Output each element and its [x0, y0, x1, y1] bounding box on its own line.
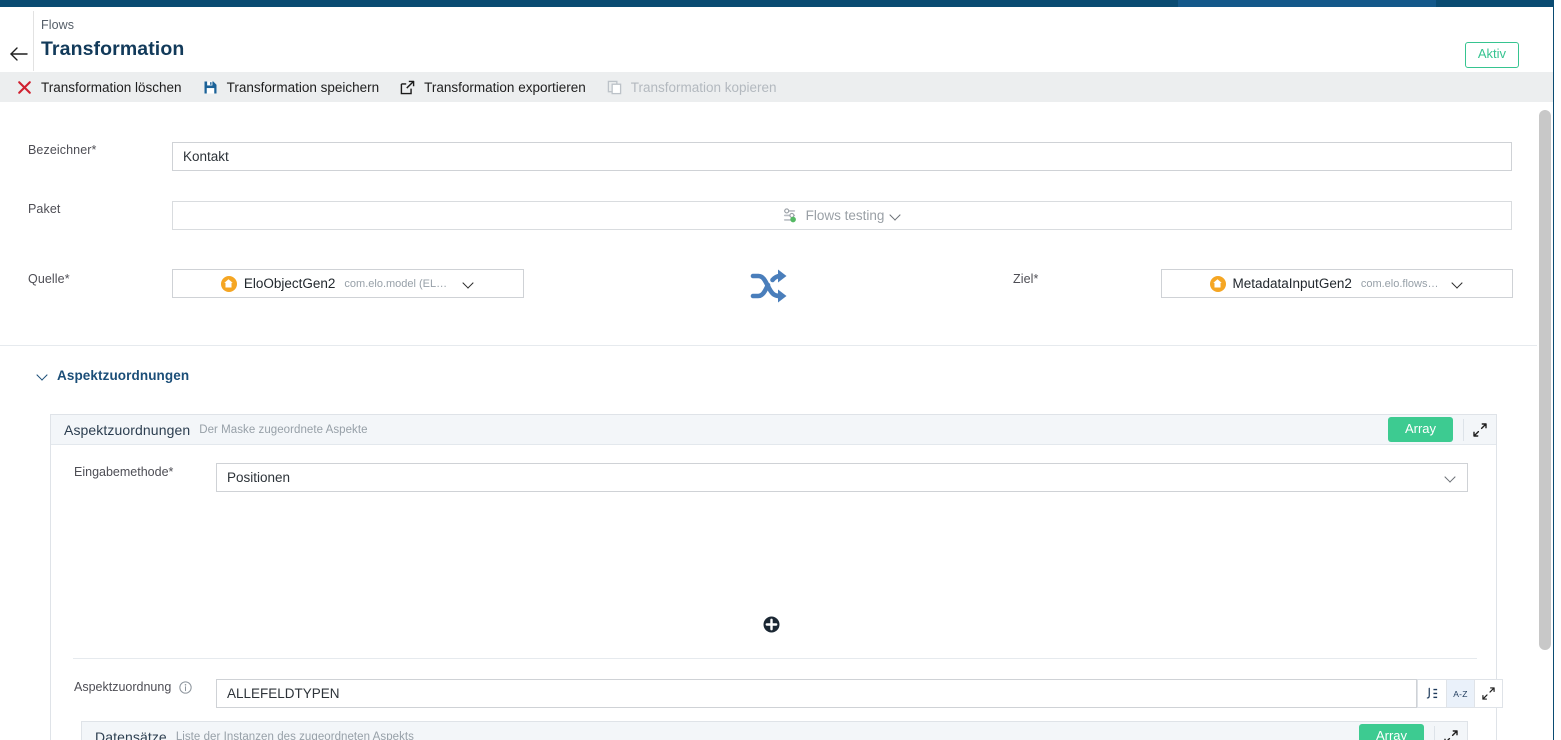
- bezeichner-input[interactable]: Kontakt: [172, 142, 1512, 171]
- expand-diagonal-icon[interactable]: [1435, 722, 1467, 740]
- aspektzuordnungen-section-title: Aspektzuordnungen: [57, 368, 190, 383]
- scrollbar-thumb[interactable]: [1539, 110, 1551, 650]
- ziel-label-wrap: Ziel*: [1013, 272, 1039, 286]
- copy-transformation-button: Transformation kopieren: [602, 72, 793, 102]
- delete-x-icon: [16, 79, 33, 96]
- aspektzuordnungen-section-toggle[interactable]: Aspektzuordnungen: [38, 368, 189, 383]
- aspektzuordnungen-panel-actions: Array: [1387, 415, 1496, 445]
- inner-divider: [73, 658, 1477, 659]
- aspektzuordnung-input[interactable]: ALLEFELDTYPEN: [216, 679, 1417, 708]
- copy-transformation-label: Transformation kopieren: [630, 79, 777, 95]
- eingabemethode-outer-select[interactable]: Positionen: [216, 463, 1468, 492]
- aspektzuordnungen-panel-name: Aspektzuordnungen: [64, 421, 191, 438]
- export-transformation-button[interactable]: Transformation exportieren: [395, 72, 602, 102]
- paket-label-wrap: Paket: [28, 202, 60, 216]
- eingabemethode-outer-label: Eingabemethode*: [74, 465, 174, 479]
- package-icon: [782, 207, 799, 224]
- chevron-down-icon: [1446, 472, 1457, 483]
- save-transformation-label: Transformation speichern: [226, 79, 380, 95]
- chevron-down-icon: [1453, 278, 1464, 289]
- text-mode-button[interactable]: A-Z: [1446, 680, 1474, 707]
- aspektzuordnungen-panel: Aspektzuordnungen Der Maske zugeordnete …: [50, 414, 1503, 740]
- ziel-label: Ziel*: [1013, 272, 1039, 286]
- json-mode-button[interactable]: [1418, 680, 1446, 707]
- page-header: Flows Transformation Aktiv: [0, 7, 1553, 72]
- page-title: Transformation: [41, 38, 185, 60]
- vertical-scrollbar[interactable]: [1537, 102, 1553, 740]
- ziel-package: com.elo.flows…: [1360, 277, 1439, 290]
- window-chrome-bar: [0, 0, 1561, 7]
- save-disk-icon: [202, 79, 219, 96]
- chevron-down-icon: [891, 210, 902, 221]
- expand-button[interactable]: [1474, 680, 1502, 707]
- eingabemethode-outer-value: Positionen: [227, 470, 291, 485]
- add-aspektzuordnung-button[interactable]: [763, 616, 780, 633]
- quelle-label-wrap: Quelle*: [28, 272, 70, 286]
- delete-transformation-button[interactable]: Transformation löschen: [12, 72, 198, 102]
- array-type-badge[interactable]: Array: [1358, 723, 1424, 740]
- array-type-badge[interactable]: Array: [1387, 416, 1453, 443]
- window-right-edge: [1553, 0, 1561, 740]
- aspektzuordnung-label-wrap: Aspektzuordnung: [74, 680, 192, 694]
- datensaetze-panel-name: Datensätze: [95, 728, 167, 740]
- paket-value: Flows testing: [805, 208, 885, 223]
- bezeichner-label: Bezeichner*: [28, 143, 97, 157]
- chevron-down-icon: [38, 371, 48, 381]
- header-divider: [33, 11, 34, 71]
- paket-label: Paket: [28, 202, 61, 216]
- paket-selector[interactable]: Flows testing: [172, 201, 1512, 230]
- chevron-down-icon: [464, 278, 475, 289]
- class-orange-icon: [1209, 275, 1226, 292]
- action-toolbar: Transformation löschen Transformation sp…: [0, 72, 1553, 102]
- quelle-value: EloObjectGen2: [243, 276, 336, 291]
- quelle-label: Quelle*: [28, 272, 70, 286]
- status-badge[interactable]: Aktiv: [1464, 42, 1519, 68]
- datensaetze-panel-desc: Liste der Instanzen des zugeordneten Asp…: [175, 730, 414, 740]
- aspektzuordnungen-panel-desc: Der Maske zugeordnete Aspekte: [199, 423, 368, 436]
- paket-chip: Flows testing: [782, 207, 903, 224]
- quelle-selector[interactable]: EloObjectGen2 com.elo.model (EL…: [172, 269, 524, 298]
- expand-diagonal-icon[interactable]: [1464, 415, 1496, 445]
- breadcrumb[interactable]: Flows: [41, 18, 74, 32]
- aspektzuordnung-mode-buttons: A-Z: [1417, 679, 1503, 708]
- class-orange-icon: [220, 275, 237, 292]
- aspektzuordnung-value: ALLEFELDTYPEN: [227, 686, 340, 701]
- ziel-selector[interactable]: MetadataInputGen2 com.elo.flows…: [1161, 269, 1513, 298]
- aspektzuordnungen-panel-header: Aspektzuordnungen Der Maske zugeordnete …: [51, 415, 1496, 445]
- save-transformation-button[interactable]: Transformation speichern: [198, 72, 396, 102]
- copy-icon: [606, 79, 623, 96]
- export-icon: [399, 79, 416, 96]
- datensaetze-panel-actions: Array: [1358, 722, 1467, 740]
- delete-transformation-label: Transformation löschen: [41, 79, 182, 95]
- bezeichner-value: Kontakt: [183, 149, 229, 164]
- form-content: Bezeichner* Kontakt Paket Flows testing: [0, 102, 1545, 740]
- window-chrome-segment: [1178, 0, 1436, 7]
- eingabemethode-outer-label-wrap: Eingabemethode*: [74, 465, 173, 479]
- ziel-value: MetadataInputGen2: [1232, 276, 1352, 291]
- bezeichner-label-wrap: Bezeichner*: [28, 143, 97, 157]
- quelle-package: com.elo.model (EL…: [344, 277, 448, 290]
- back-arrow-icon[interactable]: [4, 42, 32, 66]
- shuffle-icon: [746, 262, 794, 310]
- datensaetze-panel-header: Datensätze Liste der Instanzen des zugeo…: [82, 722, 1467, 740]
- aspektzuordnung-label: Aspektzuordnung: [74, 680, 172, 694]
- section-divider: [0, 345, 1545, 346]
- info-circle-icon[interactable]: [179, 680, 192, 694]
- export-transformation-label: Transformation exportieren: [424, 79, 586, 95]
- datensaetze-panel: Datensätze Liste der Instanzen des zugeo…: [81, 721, 1468, 740]
